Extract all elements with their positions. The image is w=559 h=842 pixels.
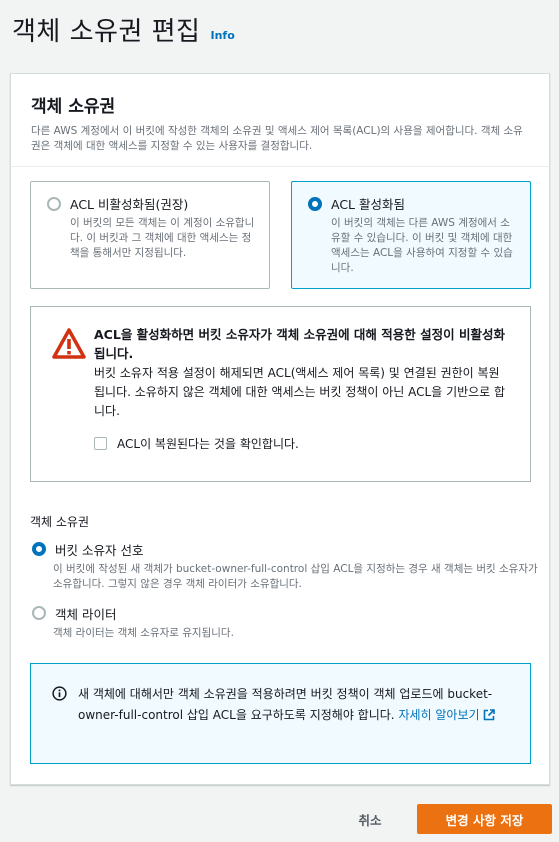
acl-enabled-tile[interactable]: ACL 활성화됨 이 버킷의 객체는 다른 AWS 계정에서 소유할 수 있습니…	[291, 181, 531, 289]
learn-more-link[interactable]: 자세히 알아보기	[398, 708, 495, 722]
ownership-label: 객체 소유권	[30, 515, 90, 529]
bucket-owner-preferred-label[interactable]: 버킷 소유자 선호	[55, 540, 540, 559]
acl-enabled-radio[interactable]	[308, 197, 322, 211]
acl-disabled-label: ACL 비활성화됨(권장)	[70, 197, 189, 212]
form-actions: 취소 변경 사항 저장	[0, 804, 559, 834]
object-writer-option[interactable]: 객체 라이터 객체 라이터는 객체 소유자로 유지됩니다.	[30, 604, 540, 641]
bucket-owner-preferred-option[interactable]: 버킷 소유자 선호 이 버킷에 작성된 새 객체가 bucket-owner-f…	[30, 540, 540, 592]
acl-tiles: ACL 비활성화됨(권장) 이 버킷의 모든 객체는 이 계정이 소유합니다. …	[30, 181, 540, 291]
warning-title: ACL을 활성화하면 버킷 소유자가 객체 소유권에 대해 적용한 설정이 비활…	[94, 327, 505, 361]
acknowledge-checkbox-row[interactable]: ACL이 복원된다는 것을 확인합니다.	[94, 435, 510, 452]
object-writer-label[interactable]: 객체 라이터	[55, 604, 540, 623]
info-text: 새 객체에 대해서만 객체 소유권을 적용하려면 버킷 정책이 객체 업로드에 …	[78, 684, 510, 726]
external-link-icon[interactable]	[483, 709, 495, 721]
acknowledge-checkbox[interactable]	[94, 437, 107, 450]
bucket-owner-preferred-description: 이 버킷에 작성된 새 객체가 bucket-owner-full-contro…	[53, 563, 538, 590]
page-title: 객체 소유권 편집	[12, 17, 201, 47]
learn-more-label[interactable]: 자세히 알아보기	[398, 708, 479, 722]
warning-icon	[52, 328, 86, 359]
save-changes-button[interactable]: 변경 사항 저장	[417, 804, 552, 834]
acl-disabled-radio[interactable]	[47, 197, 61, 211]
container-content: ACL 비활성화됨(권장) 이 버킷의 모든 객체는 이 계정이 소유합니다. …	[10, 73, 550, 785]
warning-text: 버킷 소유자 적용 설정이 해제되면 ACL(액세스 제어 목록) 및 연결된 …	[94, 366, 506, 418]
object-writer-radio[interactable]	[32, 606, 46, 620]
acknowledge-label[interactable]: ACL이 복원된다는 것을 확인합니다.	[117, 435, 299, 452]
object-ownership-options: 객체 소유권 버킷 소유자 선호 이 버킷에 작성된 새 객체가 bucket-…	[30, 513, 540, 641]
acl-disabled-description: 이 버킷의 모든 객체는 이 계정이 소유합니다. 이 버킷과 그 객체에 대한…	[70, 217, 255, 259]
acl-enabled-description: 이 버킷의 객체는 다른 AWS 계정에서 소유할 수 있습니다. 이 버킷 및…	[331, 217, 513, 274]
bucket-owner-preferred-radio[interactable]	[32, 542, 46, 556]
info-icon	[52, 686, 67, 701]
info-link[interactable]: Info	[210, 29, 234, 42]
acl-warning-alert: ACL을 활성화하면 버킷 소유자가 객체 소유권에 대해 적용한 설정이 비활…	[30, 306, 531, 482]
object-writer-description: 객체 라이터는 객체 소유자로 유지됩니다.	[53, 627, 234, 639]
info-alert: 새 객체에 대해서만 객체 소유권을 적용하려면 버킷 정책이 객체 업로드에 …	[30, 663, 531, 764]
page-header: 객체 소유권 편집 Info	[12, 8, 235, 48]
cancel-button[interactable]: 취소	[345, 804, 395, 834]
acl-enabled-label: ACL 활성화됨	[331, 197, 405, 212]
acl-disabled-tile[interactable]: ACL 비활성화됨(권장) 이 버킷의 모든 객체는 이 계정이 소유합니다. …	[30, 181, 270, 289]
